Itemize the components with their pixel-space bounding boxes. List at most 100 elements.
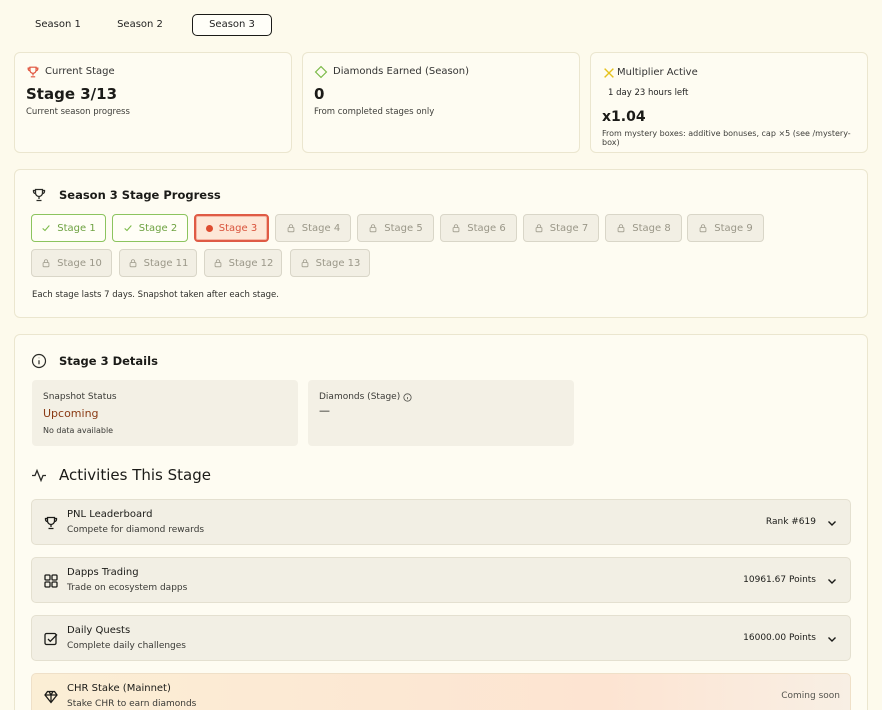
stage-pill-2[interactable]: Stage 2	[112, 214, 188, 242]
stage-pill-label: Stage 13	[315, 257, 361, 269]
stage-pill-label: Stage 3	[218, 222, 258, 234]
activity-subtitle: Compete for diamond rewards	[67, 525, 205, 535]
stage-pill-label: Stage 9	[714, 222, 753, 234]
lock-icon	[287, 224, 295, 233]
lock-icon	[214, 259, 221, 268]
snapshot-status-label: Snapshot Status	[43, 392, 117, 402]
activity-value: Coming soon	[781, 691, 840, 701]
stage-pill-label: Stage 6	[467, 222, 506, 234]
stage-pill-label: Stage 5	[384, 222, 423, 234]
stage-pill-13[interactable]: Stage 13	[290, 249, 370, 277]
diamonds-earned-value: 0	[314, 85, 325, 103]
activity-subtitle: Stake CHR to earn diamonds	[67, 699, 197, 709]
check-icon	[124, 225, 132, 232]
stage-pill-12[interactable]: Stage 12	[204, 249, 282, 277]
stage-pill-1[interactable]: Stage 1	[31, 214, 106, 242]
current-stage-card: Current Stage Stage 3/13 Current season …	[14, 52, 292, 153]
activity-value: Rank #619	[765, 517, 816, 527]
multiplier-card: Multiplier Active 1 day 23 hours left x1…	[590, 52, 868, 153]
stage-pill-label: Stage 2	[138, 222, 178, 234]
lock-icon	[699, 224, 707, 233]
lock-icon	[617, 224, 625, 233]
lock-icon	[535, 224, 543, 233]
sparkle-icon	[604, 68, 614, 78]
snapshot-status-box: Snapshot Status Upcoming No data availab…	[32, 380, 298, 446]
stage-progress-header: Season 3 Stage Progress	[31, 187, 221, 203]
snapshot-status-note: No data available	[43, 426, 114, 435]
multiplier-time-left: 1 day 23 hours left	[608, 88, 689, 98]
lock-icon	[129, 259, 136, 268]
stage-pill-4[interactable]: Stage 4	[275, 214, 351, 242]
trophy-icon	[32, 188, 46, 202]
multiplier-label: Multiplier Active	[617, 67, 698, 78]
activity-subtitle: Trade on ecosystem dapps	[67, 583, 188, 593]
activity-value: 16000.00 Points	[743, 633, 816, 643]
diamonds-stage-value: —	[319, 404, 330, 417]
checkbox-icon	[44, 632, 58, 646]
current-stage-value: Stage 3/13	[26, 85, 118, 103]
activity-title: PNL Leaderboard	[67, 509, 153, 520]
stage-pill-label: Stage 12	[228, 257, 274, 269]
stage-progress-title: Season 3 Stage Progress	[59, 188, 221, 202]
current-stage-label: Current Stage	[45, 66, 115, 77]
stage-pill-label: Stage 10	[57, 257, 102, 269]
diamonds-stage-label-row: Diamonds (Stage)	[319, 392, 412, 402]
stage-pill-label: Stage 4	[301, 222, 341, 234]
chevron-down-icon[interactable]	[827, 576, 837, 586]
activities-title: Activities This Stage	[59, 466, 211, 484]
snapshot-status-value: Upcoming	[43, 407, 99, 420]
check-icon	[42, 225, 51, 232]
activities-header: Activities This Stage	[31, 466, 211, 484]
multiplier-sub: From mystery boxes: additive bonuses, ca…	[602, 129, 851, 147]
tab-season-3[interactable]: Season 3	[192, 14, 272, 36]
lock-icon	[42, 259, 50, 268]
activity-chr-stake[interactable]: CHR Stake (Mainnet) Stake CHR to earn dia…	[31, 673, 851, 710]
activity-dapps-trading[interactable]: Dapps Trading Trade on ecosystem dapps 109…	[31, 557, 851, 603]
activity-title: CHR Stake (Mainnet)	[67, 683, 171, 694]
stage-progress-card: Season 3 Stage Progress Stage 1 Stage 2 St…	[14, 169, 868, 318]
diamonds-stage-box: Diamonds (Stage) —	[308, 380, 574, 446]
activity-pnl-leaderboard[interactable]: PNL Leaderboard Compete for diamond rewar…	[31, 499, 851, 545]
stage-pill-6[interactable]: Stage 6	[440, 214, 517, 242]
lock-icon	[301, 259, 308, 268]
stage-pill-11[interactable]: Stage 11	[119, 249, 197, 277]
diamond-icon	[44, 690, 58, 704]
activity-subtitle: Complete daily challenges	[67, 641, 186, 651]
info-icon	[31, 353, 47, 369]
stage-details-header: Stage 3 Details	[31, 353, 158, 369]
activity-title: Daily Quests	[67, 625, 131, 636]
grid-icon	[44, 574, 58, 588]
season-tabs: Season 1 Season 2 Season 3	[22, 14, 272, 36]
chevron-down-icon[interactable]	[827, 634, 837, 644]
lock-icon	[452, 224, 460, 233]
diamond-icon	[314, 65, 328, 79]
trophy-icon	[27, 66, 39, 78]
activity-icon	[32, 468, 46, 483]
stage-pill-label: Stage 11	[143, 257, 189, 269]
stage-pill-10[interactable]: Stage 10	[31, 249, 112, 277]
info-icon[interactable]	[403, 392, 412, 402]
stage-pill-label: Stage 7	[549, 222, 589, 234]
stage-details-card: Stage 3 Details Snapshot Status Upcoming…	[14, 334, 868, 710]
chevron-down-icon[interactable]	[827, 518, 837, 528]
stage-pill-label: Stage 1	[57, 222, 96, 234]
diamonds-earned-label: Diamonds Earned (Season)	[333, 66, 470, 77]
stage-pill-7[interactable]: Stage 7	[523, 214, 599, 242]
activity-daily-quests[interactable]: Daily Quests Complete daily challenges 160…	[31, 615, 851, 661]
diamonds-earned-card: Diamonds Earned (Season) 0 From complete…	[302, 52, 580, 153]
diamonds-stage-label: Diamonds (Stage)	[319, 392, 401, 402]
diamonds-earned-sub: From completed stages only	[314, 107, 435, 117]
tab-season-1[interactable]: Season 1	[22, 14, 88, 36]
activity-title: Dapps Trading	[67, 567, 139, 578]
stage-details-title: Stage 3 Details	[59, 354, 158, 368]
stage-pill-8[interactable]: Stage 8	[605, 214, 682, 242]
stage-pill-3[interactable]: Stage 3	[194, 214, 269, 242]
multiplier-value: x1.04	[602, 109, 646, 125]
trophy-icon	[44, 516, 58, 530]
activity-value: 10961.67 Points	[743, 575, 816, 585]
stage-pill-9[interactable]: Stage 9	[687, 214, 764, 242]
stage-pill-5[interactable]: Stage 5	[357, 214, 434, 242]
stage-progress-note: Each stage lasts 7 days. Snapshot taken …	[32, 290, 279, 300]
tab-season-2[interactable]: Season 2	[100, 14, 180, 36]
lock-icon	[369, 224, 377, 233]
